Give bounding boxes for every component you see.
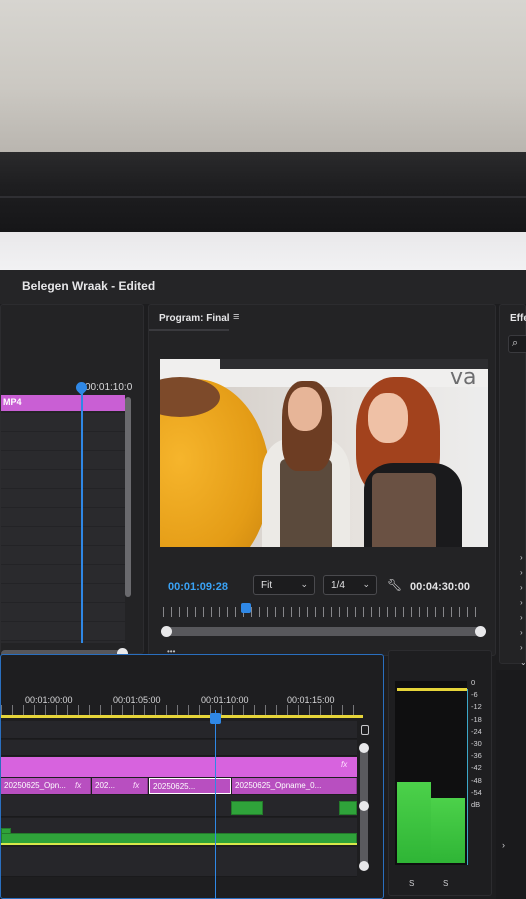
program-video-frame: va: [160, 359, 488, 547]
program-duration: 00:04:30:00: [410, 581, 470, 593]
video-clip[interactable]: 202...: [92, 778, 148, 794]
meter-scale: 0 -6 -12 -18 -24 -30 -36 -42 -48 -54 dB: [471, 677, 482, 811]
source-panel: MP4 00:01:10:0 ▼ ⇥ ⇪: [0, 304, 144, 681]
background-wall: [0, 0, 526, 160]
audio-track: [1, 847, 357, 877]
meter-bar-right: [431, 798, 465, 863]
meter-scale-label: -6: [471, 690, 478, 700]
bezel-edge: [0, 196, 526, 198]
meter-scale-label: 0: [471, 678, 476, 687]
audio-meters-panel: 0 -6 -12 -18 -24 -30 -36 -42 -48 -54 dB …: [388, 650, 492, 896]
audio-track: [1, 795, 357, 817]
timeline-scroll-knob[interactable]: [359, 743, 369, 753]
premiere-window: Belegen Wraak - Edited MP4 00:01:10:0 ▼ …: [0, 270, 526, 899]
source-clip-name: MP4: [3, 397, 22, 407]
program-scroll-knob-left[interactable]: [161, 626, 172, 637]
video-track: [1, 721, 357, 739]
audio-clip[interactable]: [231, 801, 263, 815]
clip-label: 202...: [95, 781, 116, 790]
effects-tree-arrows[interactable]: › › › › › › › ⌄: [520, 550, 526, 670]
window-title: Belegen Wraak - Edited: [22, 279, 156, 293]
video-person-right: [350, 377, 462, 547]
source-playhead-line[interactable]: [81, 387, 83, 643]
meter-peak-line: [397, 688, 467, 691]
person-left-face: [288, 387, 322, 431]
video-clip-selected[interactable]: 20250625...: [149, 778, 231, 794]
program-zoom-scrollbar[interactable]: [163, 627, 485, 636]
fx-badge: fx: [133, 781, 140, 790]
clip-label: 20250625...: [153, 782, 196, 791]
ruler-label: 00:01:15:00: [287, 695, 335, 705]
video-clip[interactable]: 20250625_Opname_0...: [232, 778, 357, 794]
meter-scale-label: dB: [471, 800, 481, 810]
effects-tab[interactable]: Effe: [510, 313, 526, 324]
person-right-apron: [372, 473, 436, 547]
program-monitor-panel: Program: Final ≡ va 00:01:09:28 Fit ⌄ 1/…: [148, 304, 496, 656]
source-timecode: 00:01:10:0: [85, 382, 133, 393]
timeline-scroll-knob[interactable]: [359, 861, 369, 871]
lock-icon[interactable]: [361, 725, 369, 735]
effects-search[interactable]: ⌕: [508, 335, 526, 353]
zoom-select-value: Fit: [261, 580, 273, 591]
resolution-select-value: 1/4: [331, 580, 345, 591]
tab-underline: [149, 329, 229, 331]
fx-badge: fx: [341, 760, 348, 769]
meter-scale-label: -12: [471, 702, 482, 712]
clip-label: 20250625_Opname_0...: [235, 781, 322, 790]
program-scroll-knob-right[interactable]: [475, 626, 486, 637]
audio-volume-line[interactable]: [1, 843, 357, 845]
source-vertical-scrollbar[interactable]: [125, 397, 131, 597]
chevron-down-icon: ⌄: [362, 579, 370, 589]
meter-scale-label: -54: [471, 787, 482, 797]
ruler-label: 00:01:05:00: [113, 695, 161, 705]
video-person-left: [262, 381, 350, 547]
timeline-playhead-handle[interactable]: [210, 713, 221, 724]
audio-clip[interactable]: [339, 801, 357, 815]
zoom-select[interactable]: Fit ⌄: [253, 575, 315, 595]
title-bar: Belegen Wraak - Edited: [0, 270, 526, 304]
ruler-label: 00:01:10:00: [201, 695, 249, 705]
hamburger-icon[interactable]: ≡: [233, 311, 239, 323]
program-time-ruler[interactable]: [163, 607, 483, 617]
source-tracks: [1, 413, 125, 643]
program-playhead[interactable]: [241, 603, 251, 613]
chevron-down-icon: ⌄: [300, 579, 308, 589]
video-rafter: [220, 359, 488, 369]
right-panel-strip: ›: [496, 670, 526, 899]
resolution-select[interactable]: 1/4 ⌄: [323, 575, 377, 595]
meter-scale-label: -42: [471, 763, 482, 773]
person-left-apron: [280, 459, 332, 547]
person-right-face: [368, 393, 408, 443]
wrench-icon[interactable]: 🔧︎: [387, 578, 402, 592]
meter-scale-label: -24: [471, 726, 482, 736]
monitor-bezel: [0, 152, 526, 238]
screen-top-bar: [0, 232, 526, 272]
work-area-bar[interactable]: [1, 715, 363, 718]
meter-solo-button[interactable]: S: [443, 879, 448, 888]
adjustment-clip[interactable]: [1, 757, 357, 777]
meter-scale-label: -30: [471, 739, 482, 749]
fx-badge: fx: [75, 781, 82, 790]
meter-scale-label: -48: [471, 775, 482, 785]
meter-scale-label: -36: [471, 751, 482, 761]
timeline-playhead-line[interactable]: [215, 710, 216, 899]
timeline-scroll-knob[interactable]: [359, 801, 369, 811]
meter-scale-label: -18: [471, 714, 482, 724]
effects-panel: Effe ⌕ ›››››››⌄: [499, 304, 526, 667]
meter-marker: [467, 689, 468, 865]
meter-bar-left: [397, 782, 431, 863]
video-track: [1, 740, 357, 756]
program-current-timecode[interactable]: 00:01:09:28: [168, 581, 228, 593]
meter-solo-button[interactable]: S: [409, 879, 414, 888]
program-title[interactable]: Program: Final: [159, 313, 230, 324]
clip-label: 20250625_Opn...: [4, 781, 66, 790]
chevron-right-icon[interactable]: ›: [502, 840, 505, 850]
timeline-panel: 00:01:00:00 00:01:05:00 00:01:10:00 00:0…: [0, 654, 384, 899]
search-icon: ⌕: [512, 337, 519, 349]
ruler-label: 00:01:00:00: [25, 695, 73, 705]
source-clip-bar[interactable]: MP4: [1, 395, 125, 411]
